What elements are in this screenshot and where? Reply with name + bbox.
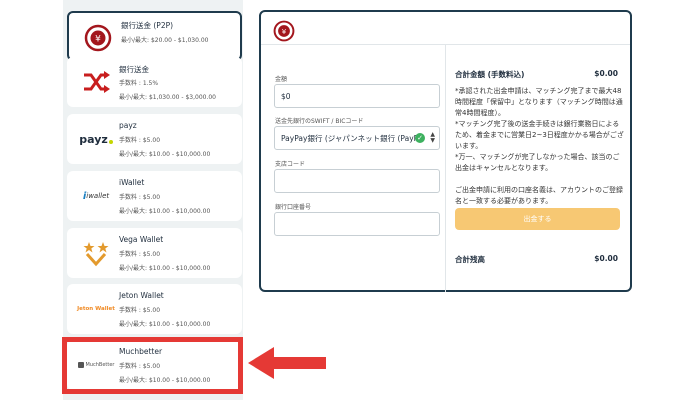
swift-selected-value: PayPay銀行 (ジャパンネット銀行 (PayPay: [281, 133, 421, 143]
iwallet-logo: i iwallet: [82, 190, 110, 202]
method-jeton-wallet[interactable]: Jeton Wallet Jeton Wallet 手数料 : $5.00 最小…: [67, 284, 242, 334]
method-bank-p2p[interactable]: ¥ 銀行送金 (P2P) 最小/最大: $20.00 - $1,030.00: [67, 11, 242, 61]
method-payz[interactable]: payz payz 手数料 : $5.00 最小/最大: $10.00 - $1…: [67, 114, 242, 164]
withdrawal-notes: *承認された出金申請は、マッチング完了まで最大48時間程度「保留中」となります（…: [455, 87, 624, 205]
branch-code-input[interactable]: [274, 169, 440, 193]
swift-select[interactable]: PayPay銀行 (ジャパンネット銀行 (PayPay ✓ ▲ ▼: [274, 126, 440, 150]
method-limit: 最小/最大: $1,030.00 - $3,000.00: [119, 94, 217, 101]
method-fee: 手数料 : $5.00: [119, 137, 161, 144]
method-name: Vega Wallet: [119, 235, 164, 244]
payz-logo: payz: [75, 122, 117, 156]
method-limit: 最小/最大: $10.00 - $10,000.00: [119, 151, 211, 158]
branch-label: 支店コード: [275, 161, 306, 168]
method-fee: 手数料 : 1.5%: [119, 80, 159, 87]
method-name: 銀行送金: [119, 65, 149, 74]
chevron-updown-icon: ▲ ▼: [430, 131, 435, 144]
method-name: payz: [119, 121, 137, 130]
amount-label: 金額: [275, 76, 288, 83]
account-label: 銀行口座番号: [275, 204, 312, 211]
withdraw-button[interactable]: 出金する: [455, 208, 620, 230]
method-name: iWallet: [119, 178, 145, 187]
column-divider: [445, 45, 446, 292]
swift-label: 送金先銀行のSWIFT / BICコード: [275, 118, 364, 125]
method-limit: 最小/最大: $10.00 - $10,000.00: [119, 321, 211, 328]
method-name: Jeton Wallet: [119, 291, 164, 300]
svg-text:¥: ¥: [95, 35, 101, 45]
check-icon: ✓: [415, 133, 425, 143]
method-fee: 手数料 : $5.00: [119, 251, 161, 258]
withdrawal-panel: ¥ 金額 $0 送金先銀行のSWIFT / BICコード PayPay銀行 (ジ…: [259, 10, 632, 292]
account-number-input[interactable]: [274, 212, 440, 236]
method-bank-transfer[interactable]: 銀行送金 手数料 : 1.5% 最小/最大: $1,030.00 - $3,00…: [67, 57, 242, 107]
method-fee: 手数料 : $5.00: [119, 194, 161, 201]
highlight-box: [62, 337, 243, 394]
method-limit: 最小/最大: $20.00 - $1,030.00: [121, 37, 209, 44]
balance-label: 合計残高: [455, 255, 485, 264]
total-label: 合計金額 (手数料込): [455, 70, 525, 79]
arrow-left-icon: [248, 347, 326, 379]
yen-coin-icon: ¥: [273, 20, 295, 42]
balance-value: $0.00: [594, 254, 618, 263]
vega-stars-icon: [75, 236, 117, 270]
method-vega-wallet[interactable]: Vega Wallet 手数料 : $5.00 最小/最大: $10.00 - …: [67, 228, 242, 278]
jeton-logo: Jeton Wallet: [77, 306, 115, 312]
shuffle-icon: [75, 65, 117, 99]
method-limit: 最小/最大: $10.00 - $10,000.00: [119, 265, 211, 272]
svg-text:¥: ¥: [282, 27, 287, 36]
method-iwallet[interactable]: i iwallet iWallet 手数料 : $5.00 最小/最大: $10.…: [67, 171, 242, 221]
total-value: $0.00: [594, 69, 618, 78]
amount-input[interactable]: $0: [274, 84, 440, 108]
method-name: 銀行送金 (P2P): [121, 21, 174, 30]
method-limit: 最小/最大: $10.00 - $10,000.00: [119, 208, 211, 215]
yen-coin-icon: ¥: [77, 21, 119, 55]
method-fee: 手数料 : $5.00: [119, 307, 161, 314]
